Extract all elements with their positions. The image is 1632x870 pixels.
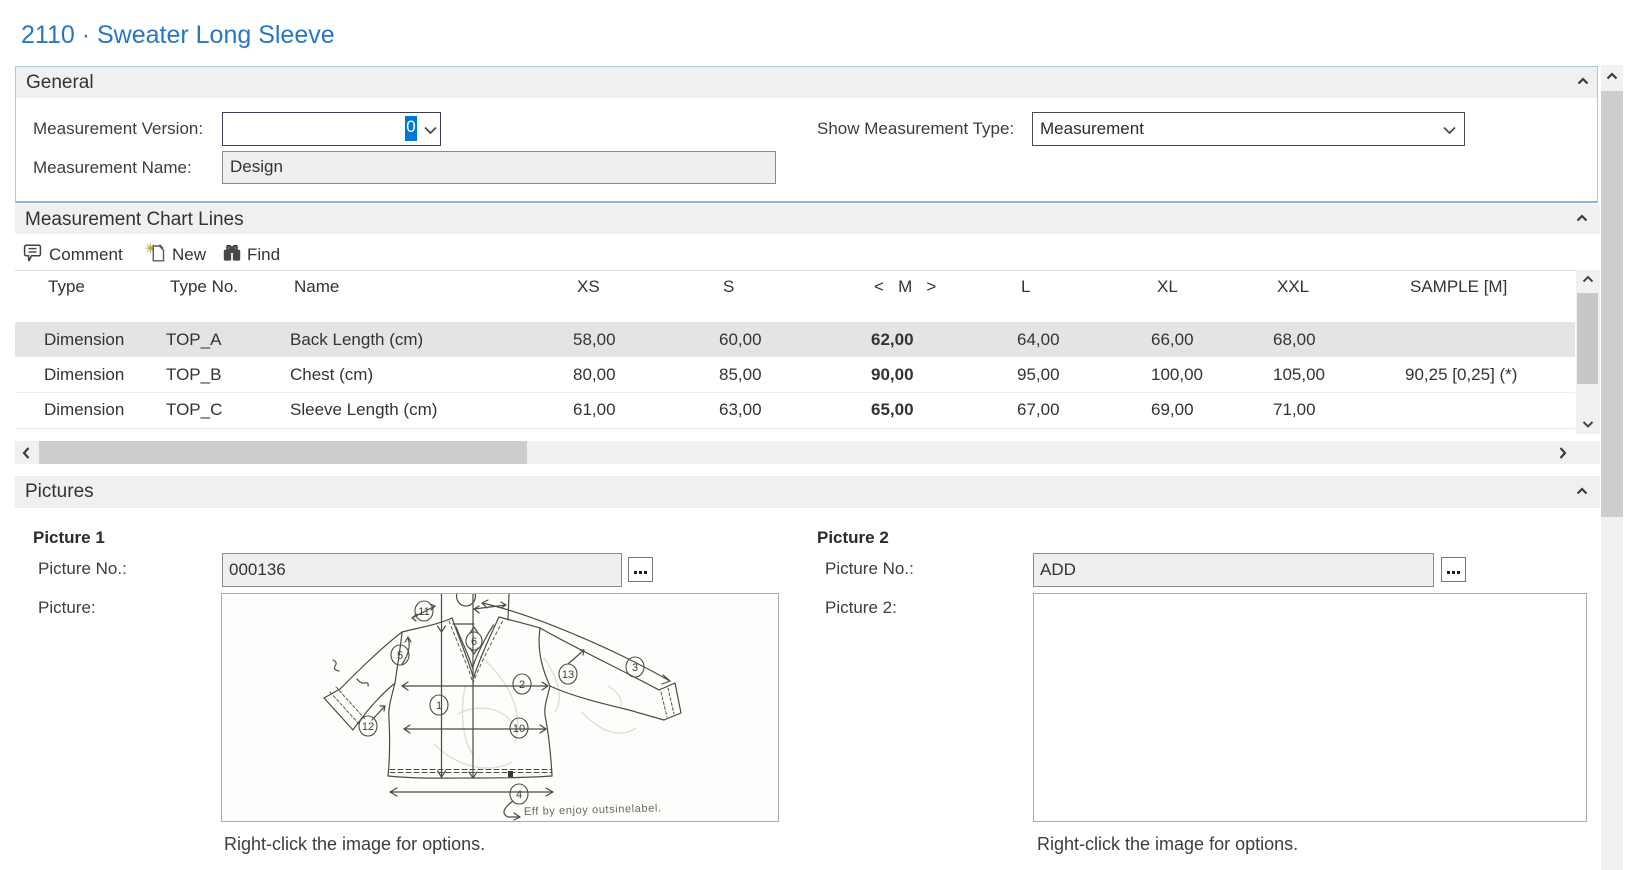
svg-text:2: 2	[519, 679, 525, 691]
svg-text:11: 11	[418, 606, 429, 618]
svg-text:1: 1	[436, 700, 442, 712]
svg-text:13: 13	[562, 669, 574, 681]
svg-text:10: 10	[513, 723, 525, 735]
svg-text:5: 5	[397, 650, 403, 662]
svg-text:12: 12	[362, 721, 374, 733]
svg-text:4: 4	[516, 789, 522, 801]
svg-text:3: 3	[632, 662, 638, 674]
svg-text:6: 6	[471, 636, 477, 648]
svg-text:Eff by enjoy outsinelabel.: Eff by enjoy outsinelabel.	[524, 802, 662, 818]
